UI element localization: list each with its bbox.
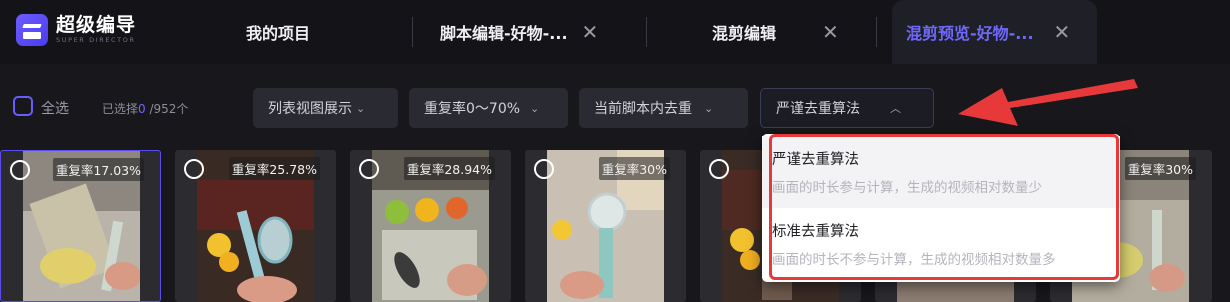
repeat-rate-badge: 重复率30% [1124, 157, 1196, 180]
dedupe-scope-label: 当前脚本内去重 [594, 101, 692, 117]
top-bar: 超级编导 SUPER DIRECTOR 我的项目 脚本编辑-好物-... ✕ 混… [0, 0, 1230, 64]
chevron-down-icon: ⌄ [704, 101, 714, 115]
view-mode-label: 列表视图展示 [268, 101, 352, 117]
selected-count: 已选择0 /952个 [102, 100, 188, 117]
select-circle-icon[interactable] [534, 159, 554, 179]
tab-divider [646, 17, 647, 47]
tab-label: 我的项目 [246, 24, 311, 43]
repeat-rate-label: 重复率0～70% [424, 101, 521, 117]
select-circle-icon[interactable] [359, 159, 379, 179]
option-description: 画面的时长参与计算，生成的视频相对数量少 [772, 180, 1042, 196]
tab-mix-edit[interactable]: 混剪编辑 ✕ [712, 0, 839, 64]
logo-icon [16, 14, 48, 46]
video-card[interactable]: 重复率17.03% [0, 150, 161, 302]
algorithm-option-standard[interactable]: 标准去重算法 画面的时长不参与计算，生成的视频相对数量多 [762, 208, 1120, 280]
red-arrow-annotation [958, 79, 1138, 126]
algorithm-option-strict[interactable]: 严谨去重算法 画面的时长参与计算，生成的视频相对数量少 [762, 136, 1120, 208]
algorithm-menu: 严谨去重算法 画面的时长参与计算，生成的视频相对数量少 标准去重算法 画面的时长… [762, 134, 1120, 282]
logo: 超级编导 SUPER DIRECTOR [16, 14, 136, 46]
tab-label: 混剪预览-好物-... [906, 24, 1034, 43]
selected-prefix: 已选择 [102, 102, 139, 116]
close-icon[interactable]: ✕ [822, 22, 839, 42]
tab-label: 混剪编辑 [712, 24, 777, 43]
chevron-down-icon: ⌄ [356, 101, 366, 115]
video-card[interactable]: 重复率30% [525, 150, 686, 302]
algorithm-label: 严谨去重算法 [776, 101, 860, 117]
tab-my-projects[interactable]: 我的项目 [246, 0, 310, 64]
logo-title: 超级编导 [56, 14, 137, 36]
selected-number: 0 [138, 102, 146, 116]
repeat-rate-badge: 重复率25.78% [228, 157, 320, 180]
tab-divider [876, 17, 877, 47]
repeat-rate-badge: 重复率17.03% [52, 158, 144, 181]
option-title: 严谨去重算法 [772, 152, 859, 168]
video-card[interactable]: 重复率28.94% [350, 150, 511, 302]
select-all-label[interactable]: 全选 [41, 98, 69, 118]
tab-mix-preview[interactable]: 混剪预览-好物-... ✕ [892, 0, 1097, 64]
selected-total: /952个 [145, 102, 189, 116]
select-circle-icon[interactable] [709, 159, 729, 179]
app-window: 超级编导 SUPER DIRECTOR 我的项目 脚本编辑-好物-... ✕ 混… [0, 0, 1230, 302]
view-mode-dropdown[interactable]: 列表视图展示 ⌄ [253, 88, 398, 128]
repeat-rate-badge: 重复率30% [598, 157, 670, 180]
algorithm-dropdown[interactable]: 严谨去重算法 ︿ [760, 88, 934, 128]
option-description: 画面的时长不参与计算，生成的视频相对数量多 [772, 252, 1056, 268]
select-circle-icon[interactable] [184, 159, 204, 179]
tab-label: 脚本编辑-好物-... [440, 24, 568, 43]
repeat-rate-badge: 重复率28.94% [403, 157, 495, 180]
select-all-checkbox[interactable] [13, 96, 33, 116]
close-icon[interactable]: ✕ [1054, 22, 1071, 42]
repeat-rate-dropdown[interactable]: 重复率0～70% ⌄ [409, 88, 568, 128]
chevron-up-icon: ︿ [890, 102, 901, 115]
logo-subtitle: SUPER DIRECTOR [56, 36, 136, 44]
video-card[interactable]: 重复率25.78% [175, 150, 336, 302]
option-title: 标准去重算法 [772, 224, 859, 240]
tab-script-edit[interactable]: 脚本编辑-好物-... ✕ [440, 0, 598, 64]
tab-divider [412, 17, 413, 47]
dedupe-scope-dropdown[interactable]: 当前脚本内去重 ⌄ [579, 88, 748, 128]
chevron-down-icon: ⌄ [530, 101, 540, 115]
select-circle-icon[interactable] [10, 160, 30, 180]
close-icon[interactable]: ✕ [582, 22, 599, 42]
